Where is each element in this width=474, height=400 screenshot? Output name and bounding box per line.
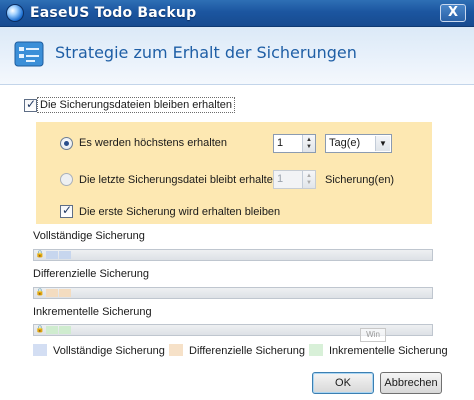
- legend-diff-swatch: [169, 344, 183, 356]
- keep-first-backup-label[interactable]: Die erste Sicherung wird erhalten bleibe…: [79, 206, 280, 218]
- backup-strategy-icon: [14, 41, 44, 67]
- keep-first-backup-checkbox[interactable]: [60, 203, 73, 218]
- last-backup-value: 1: [277, 173, 284, 185]
- spinner-arrows-icon[interactable]: ▲ ▼: [302, 135, 315, 152]
- full-backup-segment: [59, 251, 71, 259]
- close-button[interactable]: X: [440, 4, 466, 22]
- keep-backups-checkbox[interactable]: [24, 97, 37, 112]
- ok-button[interactable]: OK: [312, 372, 374, 394]
- incr-backup-segment: [59, 326, 71, 334]
- lock-icon: 🔒: [35, 289, 45, 296]
- app-logo-icon: [6, 4, 24, 22]
- time-unit-dropdown[interactable]: Tag(e) ▼: [325, 134, 392, 153]
- legend-full-swatch: [33, 344, 47, 356]
- diff-backup-segment: [59, 289, 71, 297]
- last-backup-radio[interactable]: [60, 173, 73, 186]
- incr-backup-segment: [46, 326, 58, 334]
- page-title: Strategie zum Erhalt der Sicherungen: [55, 43, 357, 62]
- full-backup-bar: 🔒: [33, 249, 433, 261]
- last-backup-unit: Sicherung(en): [325, 174, 395, 186]
- spinner-arrows-icon[interactable]: ▲ ▼: [302, 171, 315, 188]
- last-backup-label[interactable]: Die letzte Sicherungsdatei bleibt erhalt…: [79, 174, 279, 186]
- last-backup-spinner[interactable]: 1 ▲ ▼: [273, 170, 316, 189]
- title-bar: EaseUS Todo Backup X: [0, 0, 474, 27]
- cancel-button[interactable]: Abbrechen: [380, 372, 442, 394]
- diff-backup-segment: [46, 289, 58, 297]
- max-keep-label[interactable]: Es werden höchstens erhalten: [79, 137, 227, 149]
- lock-icon: 🔒: [35, 251, 45, 258]
- diff-backup-section-label: Differenzielle Sicherung: [33, 268, 149, 280]
- full-backup-segment: [46, 251, 58, 259]
- legend-incr-label: Inkrementelle Sicherung: [329, 345, 448, 357]
- legend-diff-label: Differenzielle Sicherung: [189, 345, 305, 357]
- watermark-logo: Win: [360, 328, 386, 342]
- window-title: EaseUS Todo Backup: [30, 5, 197, 21]
- full-backup-section-label: Vollständige Sicherung: [33, 230, 145, 242]
- legend-incr-swatch: [309, 344, 323, 356]
- diff-backup-bar: 🔒: [33, 287, 433, 299]
- header-banner: Strategie zum Erhalt der Sicherungen: [0, 27, 474, 85]
- legend-full-label: Vollständige Sicherung: [53, 345, 165, 357]
- max-keep-spinner[interactable]: 1 ▲ ▼: [273, 134, 316, 153]
- max-keep-value: 1: [277, 137, 284, 149]
- time-unit-value: Tag(e): [329, 137, 361, 149]
- max-keep-radio[interactable]: [60, 137, 73, 150]
- chevron-down-icon[interactable]: ▼: [375, 136, 390, 151]
- incr-backup-section-label: Inkrementelle Sicherung: [33, 306, 152, 318]
- lock-icon: 🔒: [35, 326, 45, 333]
- keep-backups-label[interactable]: Die Sicherungsdateien bleiben erhalten: [37, 97, 236, 113]
